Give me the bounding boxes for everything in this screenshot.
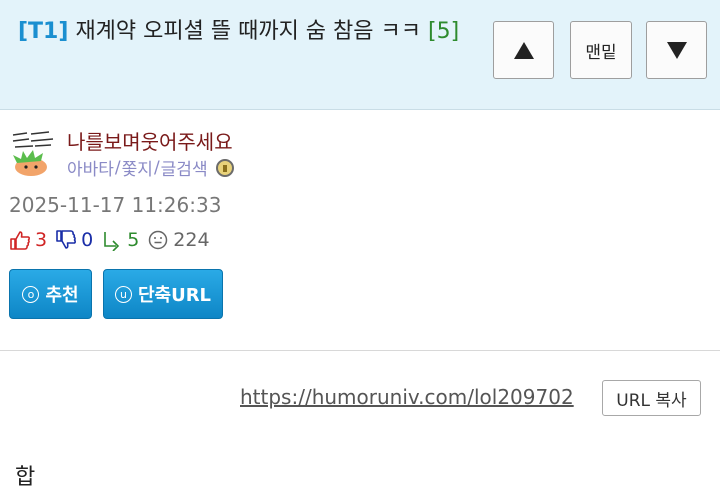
upvote-stat: 3 [9, 229, 47, 251]
post-header: [T1] 재계약 오피셜 뜰 때까지 숨 참음 ㅋㅋ [5] 맨밑 [0, 0, 720, 110]
title-text: 재계약 오피셜 뜰 때까지 숨 참음 ㅋㅋ [75, 19, 421, 44]
arrow-down-icon [666, 41, 687, 59]
post-body: 합 [15, 465, 36, 490]
reply-stat: 5 [101, 229, 139, 251]
post-search-link[interactable]: 글검색 [161, 155, 208, 180]
view-stat: 224 [147, 229, 210, 251]
avatar-image [9, 127, 57, 177]
downvote-stat: 0 [55, 229, 93, 251]
recommend-button[interactable]: o 추천 [9, 269, 92, 319]
thumbs-down-icon [56, 230, 77, 249]
post-date: 2025-11-17 11:26:33 [9, 193, 222, 217]
upvote-count: 3 [35, 229, 48, 251]
arrow-up-icon [513, 41, 534, 59]
short-url-label: 단축URL [137, 285, 212, 306]
medal-icon [215, 158, 234, 177]
short-url-button[interactable]: u 단축URL [103, 269, 223, 319]
message-link[interactable]: 쫓지 [122, 155, 153, 180]
scroll-bottom-button[interactable]: 맨밑 [570, 21, 632, 79]
avatar[interactable] [9, 127, 57, 177]
copy-url-button[interactable]: URL 복사 [602, 380, 701, 416]
divider [0, 350, 720, 351]
avatar-link[interactable]: 아바타 [67, 155, 114, 180]
thumbs-up-icon [10, 231, 30, 250]
link-separator: / [114, 157, 121, 178]
link-separator: / [153, 157, 160, 178]
shortcut-u-icon: u [114, 285, 132, 303]
reply-icon [104, 232, 120, 251]
category-tag[interactable]: [T1] [18, 19, 68, 44]
scroll-top-button[interactable] [493, 21, 554, 79]
downvote-count: 0 [81, 229, 94, 251]
reply-count: 5 [127, 229, 140, 251]
view-count: 224 [173, 229, 210, 251]
recommend-label: 추천 [45, 285, 79, 306]
author-links: 아바타 / 쫓지 / 글검색 [67, 155, 234, 180]
comment-count[interactable]: [5] [428, 19, 459, 44]
author-nickname[interactable]: 나를보며웃어주세요 [67, 126, 233, 155]
post-url-link[interactable]: https://humoruniv.com/lol209702 [240, 385, 574, 409]
scroll-down-button[interactable] [646, 21, 707, 79]
smiley-icon [149, 230, 168, 250]
post-title: [T1] 재계약 오피셜 뜰 때까지 숨 참음 ㅋㅋ [5] [18, 12, 473, 52]
shortcut-o-icon: o [22, 285, 40, 303]
post-stats: 3 0 5 224 [9, 227, 218, 253]
